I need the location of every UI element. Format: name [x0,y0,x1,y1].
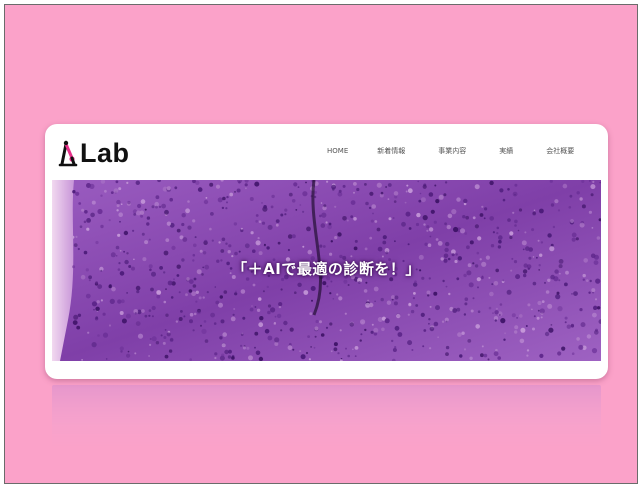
main-nav: HOME 新着情報 事業内容 実績 会社概要 [315,146,574,156]
site-logo[interactable]: Lab [57,138,130,168]
nav-home[interactable]: HOME [327,147,348,155]
nav-achievements[interactable]: 実績 [499,146,513,156]
nav-news[interactable]: 新着情報 [377,146,405,156]
logo-text: Lab [80,138,130,168]
hero-tagline: 「＋AIで最適の診断を！」 [232,260,421,278]
presentation-slide: Lab HOME 新着情報 事業内容 実績 会社概要 「＋AIで最適の診断を！」 [4,4,638,484]
microscope-icon [57,139,79,167]
nav-services[interactable]: 事業内容 [438,146,466,156]
site-header: Lab HOME 新着情報 事業内容 実績 会社概要 [45,124,608,180]
website-card: Lab HOME 新着情報 事業内容 実績 会社概要 「＋AIで最適の診断を！」 [45,124,608,379]
nav-company[interactable]: 会社概要 [546,146,574,156]
hero-banner: 「＋AIで最適の診断を！」 [52,180,601,361]
reflection-image [52,385,601,447]
card-reflection [45,385,608,447]
